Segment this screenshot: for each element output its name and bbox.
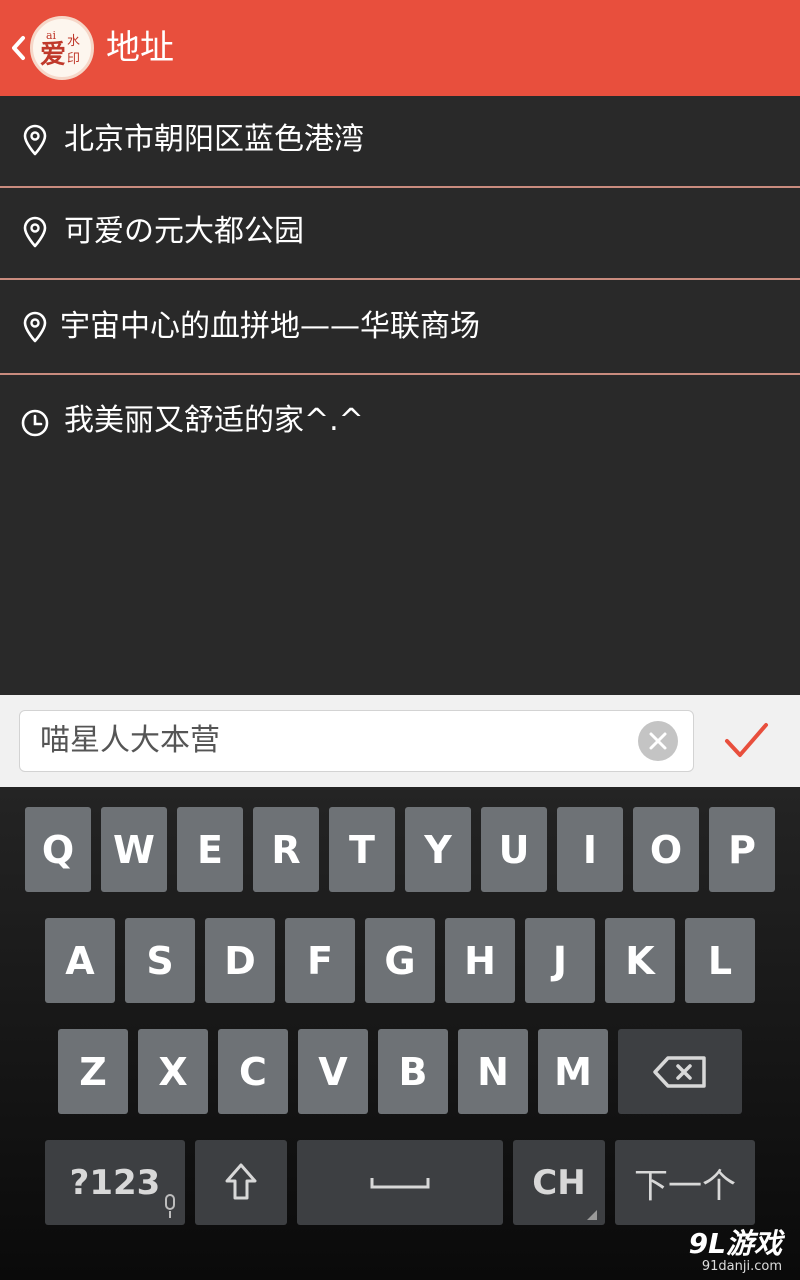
key-k[interactable]: K bbox=[605, 918, 675, 1003]
location-label: 我美丽又舒适的家^.^ bbox=[64, 403, 364, 438]
logo-text-side2: 印 bbox=[67, 52, 80, 67]
key-l[interactable]: L bbox=[685, 918, 755, 1003]
watermark-url: 91danji.com bbox=[701, 1259, 782, 1274]
location-item[interactable]: 可爱の元大都公园 bbox=[0, 188, 800, 280]
clock-icon bbox=[21, 409, 49, 437]
space-bar-icon bbox=[370, 1178, 430, 1189]
watermark: 9L游戏 91danji.com bbox=[689, 1228, 782, 1274]
key-i[interactable]: I bbox=[557, 807, 623, 892]
clear-icon[interactable] bbox=[638, 721, 678, 761]
shift-arrow-icon bbox=[225, 1163, 257, 1200]
language-key[interactable]: CH bbox=[513, 1140, 605, 1225]
key-j[interactable]: J bbox=[525, 918, 595, 1003]
key-x[interactable]: X bbox=[138, 1029, 208, 1114]
key-c[interactable]: C bbox=[218, 1029, 288, 1114]
key-m[interactable]: M bbox=[538, 1029, 608, 1114]
key-b[interactable]: B bbox=[378, 1029, 448, 1114]
key-a[interactable]: A bbox=[45, 918, 115, 1003]
symbols-key[interactable]: ?123 bbox=[45, 1140, 185, 1225]
key-y[interactable]: Y bbox=[405, 807, 471, 892]
key-p[interactable]: P bbox=[709, 807, 775, 892]
key-t[interactable]: T bbox=[329, 807, 395, 892]
location-pin-icon bbox=[23, 124, 47, 156]
address-input-value: 喵星人大本营 bbox=[40, 723, 220, 758]
back-chevron-icon[interactable] bbox=[8, 30, 28, 66]
backspace-key[interactable] bbox=[618, 1029, 742, 1114]
key-n[interactable]: N bbox=[458, 1029, 528, 1114]
key-r[interactable]: R bbox=[253, 807, 319, 892]
next-key[interactable]: 下一个 bbox=[615, 1140, 755, 1225]
corner-indicator-icon bbox=[587, 1210, 597, 1220]
page-title: 地址 bbox=[106, 28, 174, 68]
location-item[interactable]: 宇宙中心的血拼地——华联商场 bbox=[0, 283, 800, 375]
logo-text-main: 爱 bbox=[40, 40, 66, 70]
key-q[interactable]: Q bbox=[25, 807, 91, 892]
location-label: 宇宙中心的血拼地——华联商场 bbox=[60, 309, 480, 344]
divider bbox=[0, 278, 800, 280]
soft-keyboard: Q W E R T Y U I O P A S D F G H J K L Z … bbox=[0, 787, 800, 1280]
key-f[interactable]: F bbox=[285, 918, 355, 1003]
key-w[interactable]: W bbox=[101, 807, 167, 892]
divider bbox=[0, 373, 800, 375]
address-input[interactable]: 喵星人大本营 bbox=[19, 710, 694, 772]
key-h[interactable]: H bbox=[445, 918, 515, 1003]
location-label: 可爱の元大都公园 bbox=[64, 214, 304, 249]
location-item[interactable]: 北京市朝阳区蓝色港湾 bbox=[0, 96, 800, 188]
shift-key[interactable] bbox=[195, 1140, 287, 1225]
key-d[interactable]: D bbox=[205, 918, 275, 1003]
top-app-bar: ai 爱 水 印 地址 bbox=[0, 0, 800, 96]
key-g[interactable]: G bbox=[365, 918, 435, 1003]
key-v[interactable]: V bbox=[298, 1029, 368, 1114]
watermark-logo: 9L游戏 bbox=[688, 1227, 782, 1260]
backspace-icon bbox=[653, 1056, 706, 1088]
location-pin-icon bbox=[23, 311, 47, 343]
app-logo[interactable]: ai 爱 水 印 bbox=[30, 16, 94, 80]
key-u[interactable]: U bbox=[481, 807, 547, 892]
logo-text-side1: 水 bbox=[67, 34, 80, 49]
mic-icon bbox=[165, 1194, 175, 1218]
address-input-bar: 喵星人大本营 bbox=[0, 695, 800, 787]
key-e[interactable]: E bbox=[177, 807, 243, 892]
location-label: 北京市朝阳区蓝色港湾 bbox=[64, 122, 364, 157]
key-o[interactable]: O bbox=[633, 807, 699, 892]
key-s[interactable]: S bbox=[125, 918, 195, 1003]
recent-location-item[interactable]: 我美丽又舒适的家^.^ bbox=[0, 377, 800, 469]
location-pin-icon bbox=[23, 216, 47, 248]
checkmark-icon[interactable] bbox=[722, 719, 770, 763]
key-z[interactable]: Z bbox=[58, 1029, 128, 1114]
space-key[interactable] bbox=[297, 1140, 503, 1225]
